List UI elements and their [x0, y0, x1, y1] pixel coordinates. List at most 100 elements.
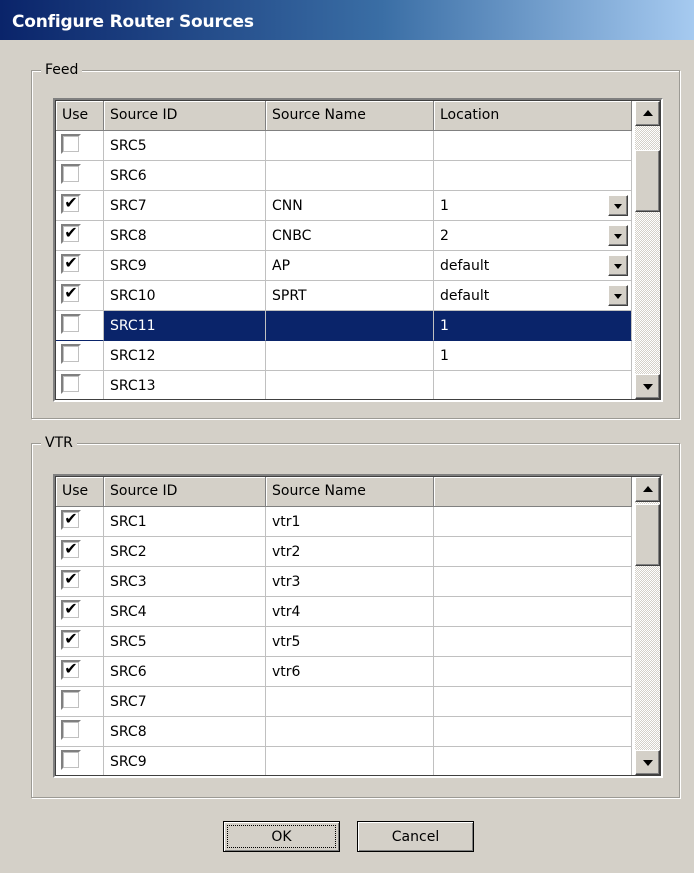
- source-name-cell[interactable]: [266, 131, 434, 161]
- use-checkbox[interactable]: ✔: [61, 284, 81, 304]
- dropdown-arrow-icon[interactable]: [608, 195, 628, 216]
- location-cell[interactable]: 1: [434, 311, 632, 341]
- source-id-cell[interactable]: SRC9: [104, 251, 266, 281]
- dropdown-arrow-icon[interactable]: [608, 255, 628, 276]
- column-header-source-name[interactable]: Source Name: [266, 477, 434, 507]
- scroll-down-arrow-icon[interactable]: [635, 374, 660, 399]
- use-checkbox[interactable]: [61, 690, 81, 710]
- use-checkbox[interactable]: ✔: [61, 510, 81, 530]
- table-row[interactable]: ✔ SRC1 vtr1: [56, 507, 632, 537]
- source-name-cell[interactable]: [266, 371, 434, 399]
- use-checkbox[interactable]: [61, 164, 81, 184]
- source-id-cell[interactable]: SRC11: [104, 311, 266, 341]
- table-row[interactable]: SRC5: [56, 131, 632, 161]
- source-name-cell[interactable]: vtr6: [266, 657, 434, 687]
- source-id-cell[interactable]: SRC7: [104, 191, 266, 221]
- source-name-cell[interactable]: vtr2: [266, 537, 434, 567]
- location-cell[interactable]: 1: [434, 341, 632, 371]
- empty-cell[interactable]: [434, 537, 632, 567]
- table-row[interactable]: SRC11 1: [56, 311, 632, 341]
- location-cell[interactable]: default: [434, 251, 632, 281]
- table-row[interactable]: ✔ SRC9 AP default: [56, 251, 632, 281]
- location-cell[interactable]: 2: [434, 221, 632, 251]
- use-checkbox[interactable]: [61, 720, 81, 740]
- column-header-source-id[interactable]: Source ID: [104, 477, 266, 507]
- source-name-cell[interactable]: [266, 311, 434, 341]
- empty-cell[interactable]: [434, 747, 632, 775]
- column-header-location[interactable]: Location: [434, 101, 632, 131]
- source-name-cell[interactable]: CNN: [266, 191, 434, 221]
- use-checkbox[interactable]: ✔: [61, 540, 81, 560]
- scroll-up-arrow-icon[interactable]: [635, 101, 660, 126]
- table-row[interactable]: ✔ SRC2 vtr2: [56, 537, 632, 567]
- location-cell[interactable]: [434, 131, 632, 161]
- location-cell[interactable]: [434, 371, 632, 399]
- use-checkbox[interactable]: ✔: [61, 600, 81, 620]
- location-cell[interactable]: [434, 161, 632, 191]
- use-checkbox[interactable]: [61, 374, 81, 394]
- use-checkbox[interactable]: ✔: [61, 224, 81, 244]
- empty-cell[interactable]: [434, 507, 632, 537]
- use-checkbox[interactable]: ✔: [61, 570, 81, 590]
- source-name-cell[interactable]: [266, 747, 434, 775]
- vertical-scrollbar[interactable]: [635, 477, 660, 775]
- use-checkbox[interactable]: [61, 314, 81, 334]
- source-id-cell[interactable]: SRC5: [104, 131, 266, 161]
- use-checkbox[interactable]: ✔: [61, 194, 81, 214]
- scroll-down-arrow-icon[interactable]: [635, 750, 660, 775]
- table-row[interactable]: SRC13: [56, 371, 632, 399]
- source-id-cell[interactable]: SRC6: [104, 161, 266, 191]
- use-checkbox[interactable]: ✔: [61, 254, 81, 274]
- table-row[interactable]: SRC8: [56, 717, 632, 747]
- use-checkbox[interactable]: [61, 344, 81, 364]
- source-name-cell[interactable]: SPRT: [266, 281, 434, 311]
- source-name-cell[interactable]: CNBC: [266, 221, 434, 251]
- source-id-cell[interactable]: SRC10: [104, 281, 266, 311]
- table-row[interactable]: ✔ SRC8 CNBC 2: [56, 221, 632, 251]
- column-header-location[interactable]: [434, 477, 632, 507]
- empty-cell[interactable]: [434, 597, 632, 627]
- scrollbar-thumb[interactable]: [635, 504, 660, 566]
- source-id-cell[interactable]: SRC9: [104, 747, 266, 775]
- location-cell[interactable]: default: [434, 281, 632, 311]
- empty-cell[interactable]: [434, 657, 632, 687]
- source-id-cell[interactable]: SRC12: [104, 341, 266, 371]
- column-header-use[interactable]: Use: [56, 101, 104, 131]
- source-name-cell[interactable]: [266, 161, 434, 191]
- table-row[interactable]: ✔ SRC5 vtr5: [56, 627, 632, 657]
- location-cell[interactable]: 1: [434, 191, 632, 221]
- source-id-cell[interactable]: SRC6: [104, 657, 266, 687]
- dropdown-arrow-icon[interactable]: [608, 285, 628, 306]
- table-row[interactable]: ✔ SRC6 vtr6: [56, 657, 632, 687]
- column-header-source-name[interactable]: Source Name: [266, 101, 434, 131]
- table-row[interactable]: ✔ SRC4 vtr4: [56, 597, 632, 627]
- ok-button[interactable]: OK: [223, 821, 340, 852]
- dropdown-arrow-icon[interactable]: [608, 225, 628, 246]
- source-id-cell[interactable]: SRC1: [104, 507, 266, 537]
- source-id-cell[interactable]: SRC5: [104, 627, 266, 657]
- table-row[interactable]: SRC12 1: [56, 341, 632, 371]
- source-id-cell[interactable]: SRC2: [104, 537, 266, 567]
- source-id-cell[interactable]: SRC8: [104, 717, 266, 747]
- source-name-cell[interactable]: [266, 341, 434, 371]
- scrollbar-thumb[interactable]: [635, 150, 660, 212]
- cancel-button[interactable]: Cancel: [357, 821, 474, 852]
- source-id-cell[interactable]: SRC3: [104, 567, 266, 597]
- column-header-use[interactable]: Use: [56, 477, 104, 507]
- empty-cell[interactable]: [434, 627, 632, 657]
- table-row[interactable]: ✔ SRC10 SPRT default: [56, 281, 632, 311]
- use-checkbox[interactable]: ✔: [61, 660, 81, 680]
- table-row[interactable]: SRC7: [56, 687, 632, 717]
- source-id-cell[interactable]: SRC7: [104, 687, 266, 717]
- table-row[interactable]: SRC6: [56, 161, 632, 191]
- source-name-cell[interactable]: vtr5: [266, 627, 434, 657]
- source-id-cell[interactable]: SRC4: [104, 597, 266, 627]
- table-row[interactable]: SRC9: [56, 747, 632, 775]
- source-name-cell[interactable]: [266, 687, 434, 717]
- source-name-cell[interactable]: AP: [266, 251, 434, 281]
- source-name-cell[interactable]: [266, 717, 434, 747]
- empty-cell[interactable]: [434, 717, 632, 747]
- empty-cell[interactable]: [434, 687, 632, 717]
- empty-cell[interactable]: [434, 567, 632, 597]
- scroll-up-arrow-icon[interactable]: [635, 477, 660, 502]
